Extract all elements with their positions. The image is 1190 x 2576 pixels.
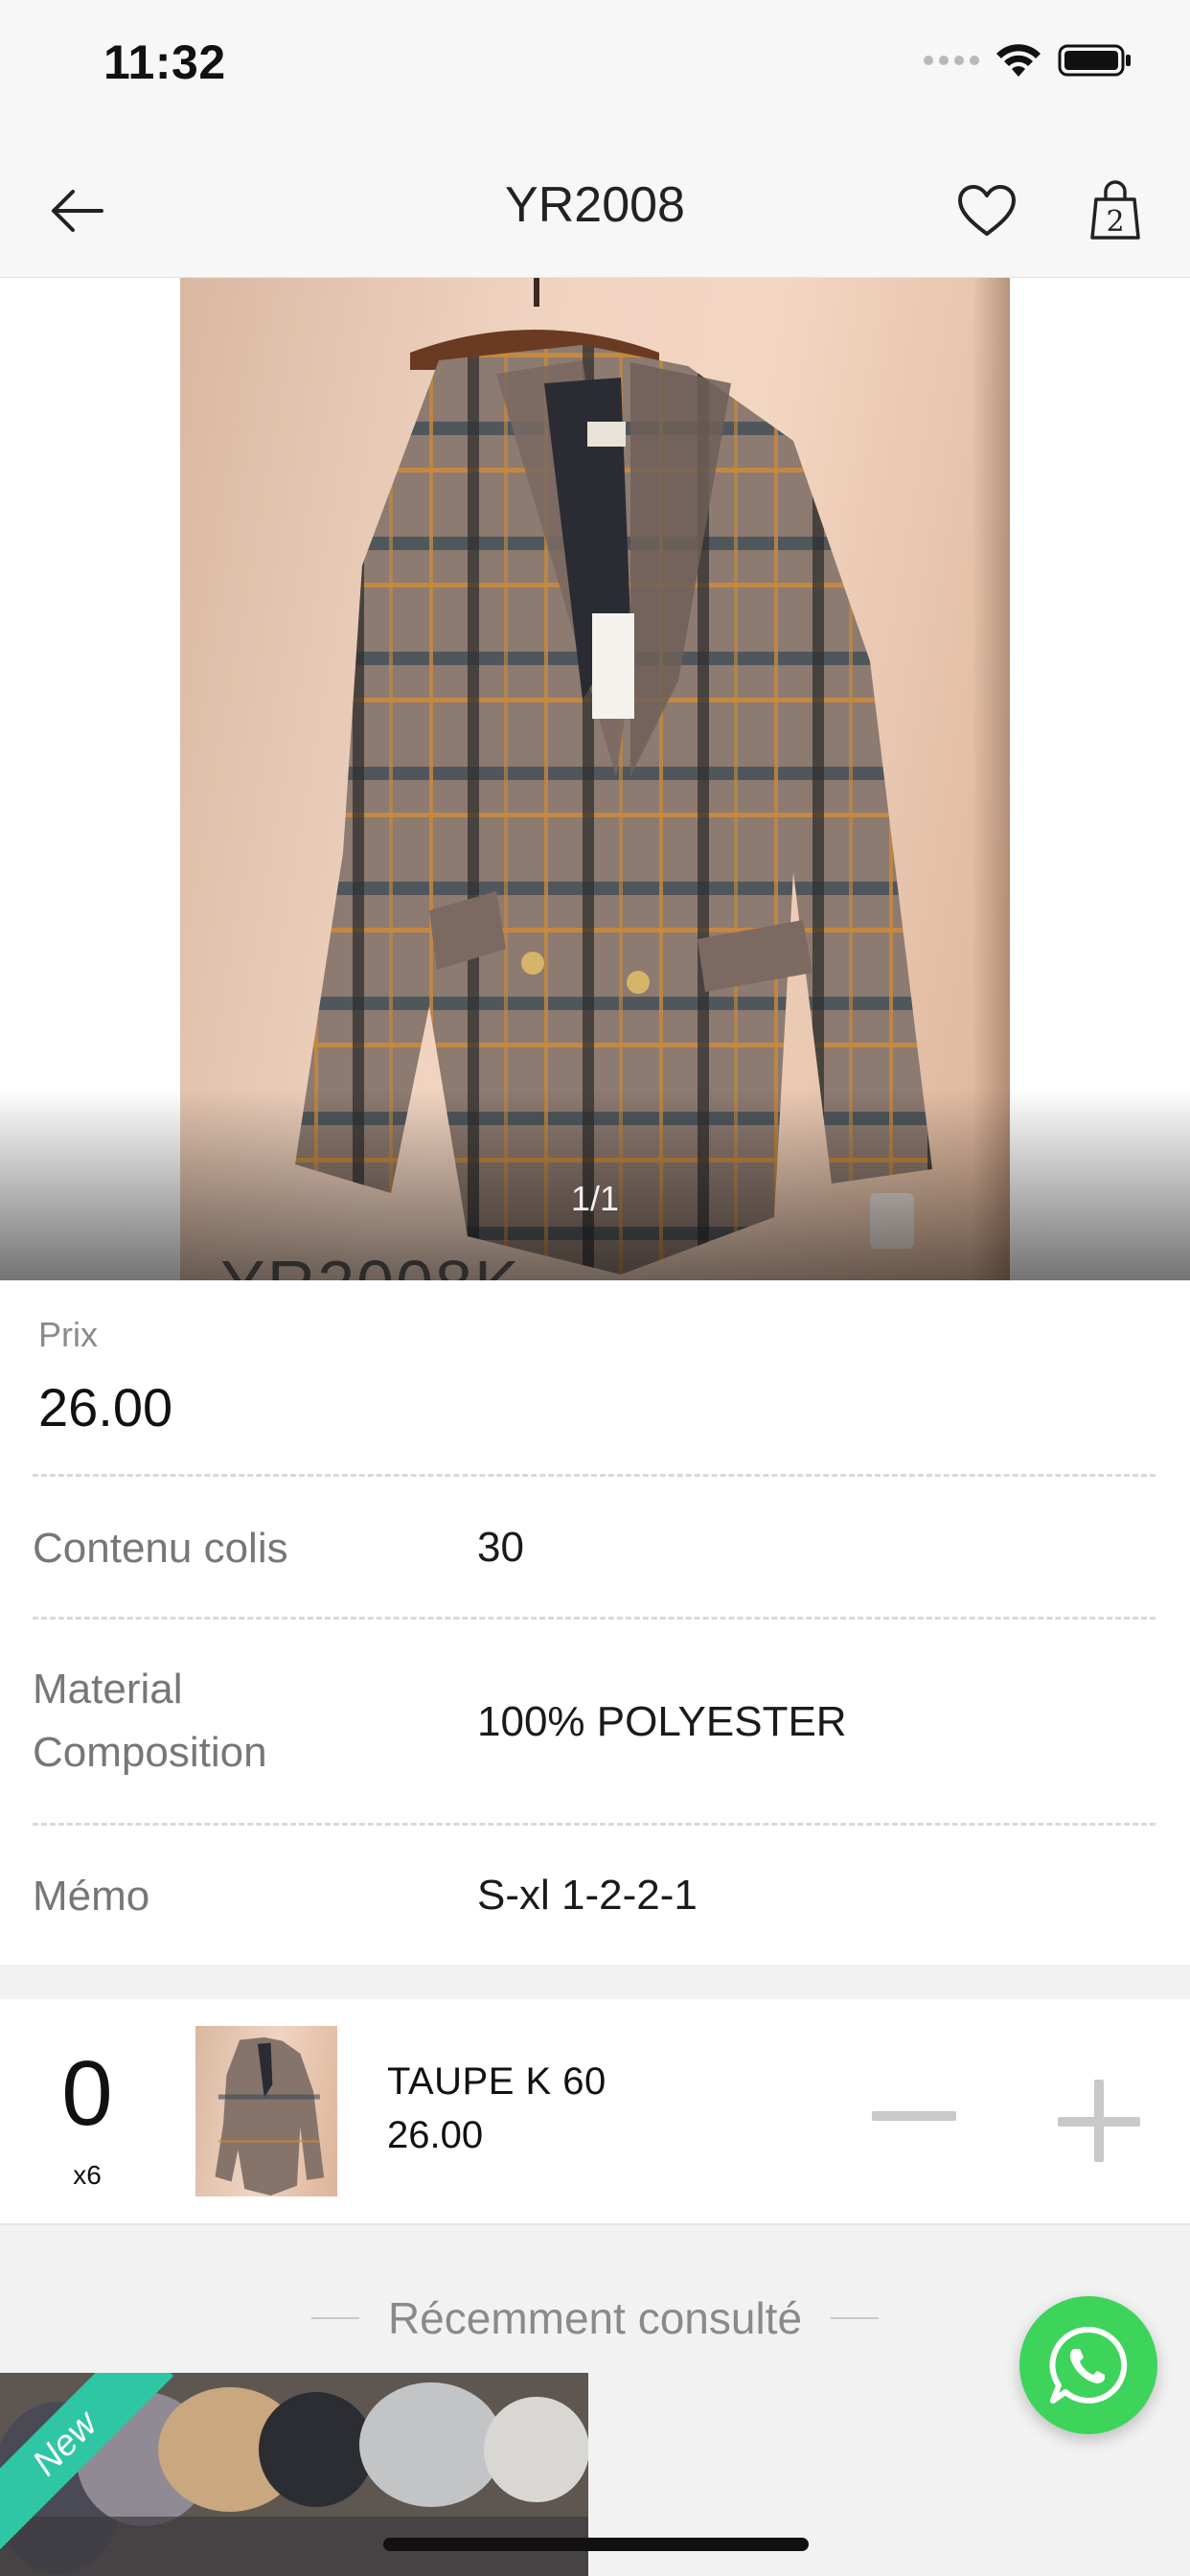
variant-thumbnail-image: [215, 2036, 325, 2196]
whatsapp-icon: [1049, 2326, 1128, 2404]
gallery-pager: 1/1: [570, 1179, 620, 1218]
variant-thumbnail[interactable]: [195, 2026, 337, 2196]
quantity-value: 0: [61, 2042, 113, 2145]
product-details: Prix 26.00 Contenu colis 30 Material Com…: [0, 1280, 1190, 1965]
detail-value-memo: S-xl 1-2-2-1: [477, 1872, 698, 1919]
status-bar: 11:32: [0, 0, 1190, 134]
variant-name: TAUPE K 60: [387, 2060, 606, 2103]
product-gallery[interactable]: YR2008K 1/1: [0, 278, 1190, 1280]
status-icons: [924, 42, 1133, 79]
cart-button[interactable]: 2: [1077, 171, 1154, 251]
detail-label-memo: Mémo: [33, 1873, 150, 1920]
increase-quantity-button[interactable]: [1044, 2072, 1152, 2179]
minus-icon: [872, 2111, 956, 2121]
cellular-signal-icon: [924, 56, 979, 65]
heart-icon: [958, 185, 1016, 236]
cart-count-badge: 2: [1106, 205, 1125, 239]
detail-label-package-content: Contenu colis: [33, 1525, 288, 1572]
battery-icon: [1058, 44, 1131, 77]
detail-label-material: Material Composition: [33, 1666, 267, 1776]
home-indicator: [383, 2538, 809, 2551]
divider: [33, 1823, 1156, 1826]
variant-price: 26.00: [387, 2114, 484, 2156]
whatsapp-button[interactable]: [1019, 2296, 1157, 2434]
detail-value-package-content: 30: [477, 1524, 524, 1571]
recently-viewed-title: Récemment consulté: [387, 2293, 803, 2343]
wifi-icon: [996, 44, 1041, 77]
variant-row: 0 x6 TAUPE K 60 26.00: [0, 1999, 1190, 2225]
quantity-multiplier: x6: [73, 2160, 102, 2190]
divider: [33, 1474, 1156, 1477]
recently-viewed-header: Récemment consulté: [0, 2285, 1190, 2352]
detail-value-material: 100% POLYESTER: [477, 1698, 847, 1745]
decrease-quantity-button[interactable]: [858, 2080, 970, 2152]
nav-bar: YR2008 2: [0, 134, 1190, 278]
photo-caption: YR2008K: [220, 1246, 521, 1280]
divider: [33, 1617, 1156, 1620]
favorite-button[interactable]: [949, 172, 1025, 249]
price-label: Prix: [38, 1315, 98, 1354]
status-time: 11:32: [103, 35, 226, 89]
price-value: 26.00: [38, 1377, 173, 1438]
